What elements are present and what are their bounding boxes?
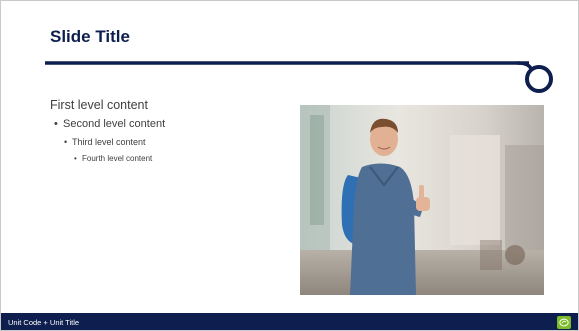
photo-illustration	[300, 105, 544, 295]
footer-unit-text: Unit Code + Unit Title	[8, 318, 80, 327]
bullet-icon: •	[64, 137, 68, 147]
second-level-item: • Second level content	[54, 118, 290, 130]
slide: Slide Title First level content • Second…	[0, 0, 579, 331]
third-level-item: • Third level content	[64, 137, 290, 147]
bullet-icon: •	[54, 118, 58, 130]
content-area: First level content • Second level conte…	[50, 98, 290, 163]
logo-mark	[559, 318, 569, 327]
fourth-level-item: • Fourth level content	[74, 154, 290, 163]
bullet-icon: •	[74, 154, 77, 163]
footer-bar: Unit Code + Unit Title	[1, 313, 578, 330]
third-level-content: Third level content	[72, 137, 146, 147]
photo-image	[300, 105, 544, 295]
second-level-content: Second level content	[63, 118, 166, 130]
first-level-content: First level content	[50, 98, 148, 112]
fourth-level-content: Fourth level content	[82, 154, 153, 163]
green-logo-icon	[557, 316, 571, 329]
title-rule-with-ring	[45, 61, 553, 93]
